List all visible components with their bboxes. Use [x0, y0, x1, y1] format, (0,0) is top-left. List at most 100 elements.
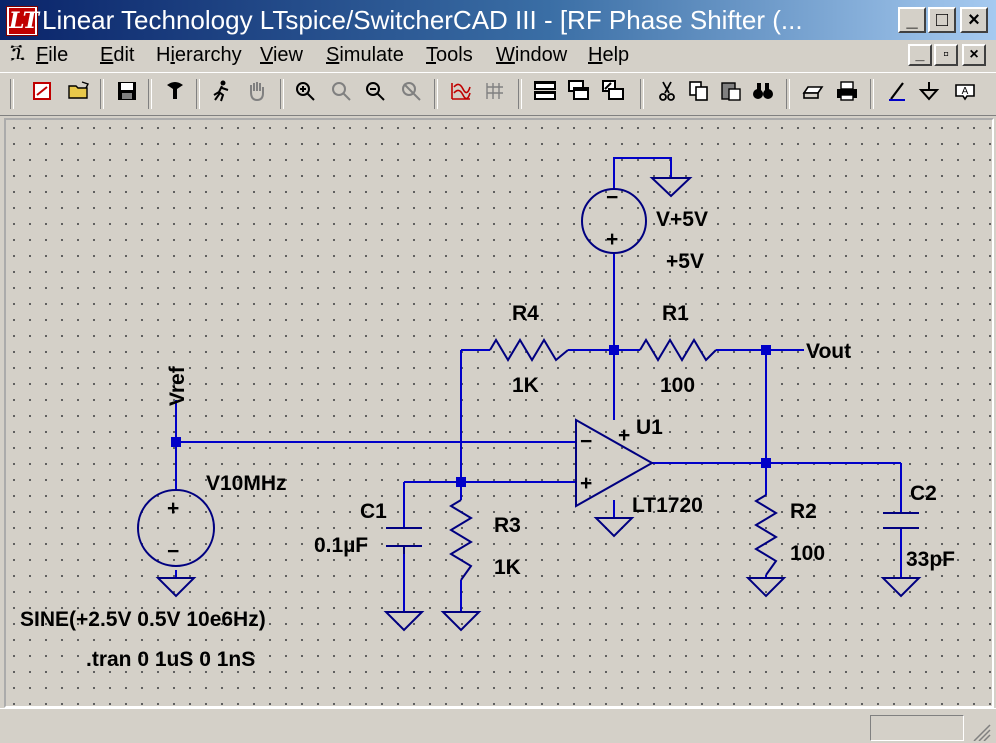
minimize-button[interactable]: _	[898, 7, 926, 33]
mdi-minimize-button[interactable]: _	[908, 44, 932, 66]
c1-value-label[interactable]: 0.1µF	[314, 534, 368, 557]
opamp-pin-plus: +	[580, 472, 592, 495]
u1-name-label[interactable]: U1	[636, 416, 663, 439]
open-icon[interactable]	[64, 79, 94, 109]
mdi-close-button[interactable]: ×	[962, 44, 986, 66]
toolbar-separator	[518, 79, 522, 109]
vsupply-name-label[interactable]: V+5V	[656, 208, 708, 231]
vsig-name-label[interactable]: V10MHz	[206, 472, 287, 495]
save-icon[interactable]	[112, 79, 142, 109]
c1-name-label[interactable]: C1	[360, 500, 387, 523]
toolbar-separator	[786, 79, 790, 109]
r4-value-label[interactable]: 1K	[512, 374, 539, 397]
menu-bar: ጟ File Edit Hierarchy View Simulate Tool…	[0, 40, 996, 72]
grid-icon[interactable]	[480, 79, 510, 109]
schematic-svg[interactable]: + − + − + + − V+5V +5V R4 1K R1 100 Vout…	[6, 120, 992, 706]
menu-hierarchy[interactable]: Hierarchy	[156, 44, 242, 67]
menu-file-accel: F	[36, 44, 49, 66]
junction-dot	[171, 437, 181, 447]
label-net-icon[interactable]: A	[950, 79, 980, 109]
vsupply-plus-sign: +	[606, 228, 618, 251]
menu-edit[interactable]: Edit	[100, 44, 134, 67]
pan-icon[interactable]	[326, 79, 356, 109]
menu-hierarchy-pre: H	[156, 44, 171, 66]
find-icon[interactable]	[748, 79, 778, 109]
app-logo-icon[interactable]: LT	[6, 6, 39, 36]
title-bar: LT Linear Technology LTspice/SwitcherCAD…	[0, 0, 996, 40]
toolbar-grip	[10, 79, 14, 109]
status-bar	[0, 708, 996, 743]
toolbar-separator	[196, 79, 200, 109]
cut-icon[interactable]	[652, 79, 682, 109]
ground-icon[interactable]	[914, 79, 944, 109]
u1-model-label[interactable]: LT1720	[632, 494, 703, 517]
status-pane	[870, 715, 964, 741]
mdi-child-icon[interactable]: ጟ	[10, 42, 25, 65]
mdi-restore-button[interactable]: ▫	[934, 44, 958, 66]
tran-directive[interactable]: .tran 0 1uS 0 1nS	[86, 648, 255, 671]
vsig-minus-sign: −	[167, 540, 179, 563]
menu-tools[interactable]: Tools	[426, 44, 473, 67]
autorange-icon[interactable]	[446, 79, 476, 109]
zoom-in-icon[interactable]	[290, 79, 320, 109]
toolbar-separator	[100, 79, 104, 109]
resize-grip-icon[interactable]	[970, 723, 992, 741]
menu-view-rest: iew	[272, 44, 303, 66]
menu-window-accel: W	[496, 44, 515, 66]
zoom-fit-icon[interactable]	[396, 79, 426, 109]
maximize-button[interactable]: □	[928, 7, 956, 33]
cascade-icon[interactable]	[564, 79, 594, 109]
c2-value-label[interactable]: 33pF	[906, 548, 955, 571]
vref-net-label[interactable]: Vref	[166, 365, 189, 406]
paste-icon[interactable]	[716, 79, 746, 109]
menu-simulate[interactable]: Simulate	[326, 44, 404, 67]
vsupply-value-label[interactable]: +5V	[666, 250, 704, 273]
copy-icon[interactable]	[684, 79, 714, 109]
r1-name-label[interactable]: R1	[662, 302, 689, 325]
menu-edit-rest: dit	[113, 44, 135, 66]
menu-tools-rest: ools	[436, 44, 473, 66]
tile-vertical-icon[interactable]	[598, 79, 628, 109]
menu-help[interactable]: Help	[588, 44, 629, 67]
vout-net-label[interactable]: Vout	[806, 340, 851, 363]
r2-value-label[interactable]: 100	[790, 542, 825, 565]
window-title: Linear Technology LTspice/SwitcherCAD II…	[42, 5, 803, 35]
junction-dot	[609, 345, 619, 355]
junction-dot	[456, 477, 466, 487]
r3-value-label[interactable]: 1K	[494, 556, 521, 579]
halt-icon[interactable]	[242, 79, 272, 109]
menu-simulate-rest: imulate	[339, 44, 404, 66]
toolbar-separator	[870, 79, 874, 109]
menu-file[interactable]: File	[36, 44, 68, 67]
print-setup-icon[interactable]	[798, 79, 828, 109]
menu-simulate-accel: S	[326, 44, 340, 66]
sine-directive[interactable]: SINE(+2.5V 0.5V 10e6Hz)	[20, 608, 266, 631]
menu-view[interactable]: View	[260, 44, 303, 67]
menu-edit-accel: E	[100, 44, 114, 66]
menu-file-rest: ile	[48, 44, 69, 66]
c2-name-label[interactable]: C2	[910, 482, 937, 505]
new-schematic-icon[interactable]	[28, 79, 58, 109]
opamp-pin-minus: −	[580, 430, 592, 453]
toolbar-separator	[148, 79, 152, 109]
schematic-canvas[interactable]: + − + − + + − V+5V +5V R4 1K R1 100 Vout…	[4, 118, 994, 708]
control-panel-icon[interactable]	[160, 79, 190, 109]
toolbar-separator	[640, 79, 644, 109]
zoom-out-icon[interactable]	[360, 79, 390, 109]
tile-horizontal-icon[interactable]	[530, 79, 560, 109]
r4-name-label[interactable]: R4	[512, 302, 539, 325]
r3-name-label[interactable]: R3	[494, 514, 521, 537]
menu-help-rest: elp	[602, 44, 630, 66]
menu-view-accel: V	[260, 44, 273, 66]
menu-window[interactable]: Window	[496, 44, 567, 67]
junction-dot	[761, 458, 771, 468]
draw-wire-icon[interactable]	[882, 79, 912, 109]
menu-window-rest: indow	[514, 44, 568, 66]
print-icon[interactable]	[832, 79, 862, 109]
junction-dot	[761, 345, 771, 355]
r2-name-label[interactable]: R2	[790, 500, 817, 523]
run-icon[interactable]	[206, 79, 236, 109]
r1-value-label[interactable]: 100	[660, 374, 695, 397]
svg-text:A: A	[962, 86, 969, 97]
close-button[interactable]: ×	[960, 7, 988, 33]
